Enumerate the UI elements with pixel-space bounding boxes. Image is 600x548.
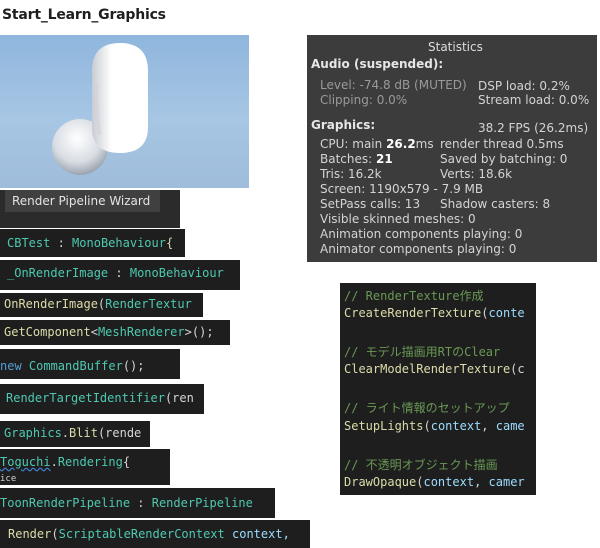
code-line: ClearModelRenderTexture(c: [344, 362, 525, 376]
fps-readout: 38.2 FPS (26.2ms): [478, 121, 589, 135]
audio-clipping: Clipping: 0.0%: [320, 93, 408, 107]
capsule-object: [92, 43, 148, 153]
code-fragment: ice: [0, 474, 17, 484]
render-thread: render thread 0.5ms: [440, 137, 564, 151]
verts: Verts: 18.6k: [440, 167, 513, 181]
tab-label: Render Pipeline Wizard: [12, 194, 151, 208]
code-comment: // RenderTexture作成: [344, 289, 484, 303]
audio-level: Level: -74.8 dB (MUTED): [320, 78, 467, 92]
code-comment: // 不透明オブジェクト描画: [344, 458, 498, 472]
code-snippet-commandbuffer: new CommandBuffer();: [0, 349, 180, 379]
page-title: Start_Learn_Graphics: [2, 7, 166, 23]
scene-render: [52, 43, 148, 175]
statistics-panel: Statistics Audio (suspended): Level: -74…: [307, 35, 597, 262]
cpu-main: CPU: main 26.2ms: [320, 137, 434, 151]
code-snippet-getcomponent: GetComponent<MeshRenderer>();: [0, 320, 230, 345]
code-comment: // ライト情報のセットアップ: [344, 401, 510, 415]
code-snippet-render-method: Render(ScriptableRenderContext context,: [0, 520, 310, 548]
animator-components: Animator components playing: 0: [320, 242, 517, 256]
screen-info: Screen: 1190x579 - 7.9 MB: [320, 182, 484, 196]
setpass-calls: SetPass calls: 13: [320, 197, 421, 211]
code-snippet-toonrenderpipeline: ToonRenderPipeline : RenderPipeline: [0, 488, 275, 518]
code-snippet-namespace: Toguchi.Rendering{ ice: [0, 449, 170, 485]
code-snippet-cbtest: CBTest : MonoBehaviour{: [0, 229, 185, 257]
code-snippet-graphics-blit: Graphics.Blit(rende: [0, 421, 150, 447]
saved-by-batching: Saved by batching: 0: [440, 152, 568, 166]
dsp-load: DSP load: 0.2%: [478, 79, 570, 93]
tris: Tris: 16.2k: [320, 167, 382, 181]
audio-heading: Audio (suspended):: [311, 57, 444, 71]
graphics-heading: Graphics:: [311, 118, 376, 132]
code-snippet-render-steps: // RenderTexture作成 CreateRenderTexture(c…: [340, 283, 536, 495]
code-comment: // モデル描画用RTのClear: [344, 345, 501, 359]
render-pipeline-wizard-window: Render Pipeline Wizard: [0, 190, 180, 228]
statistics-header: Statistics: [428, 40, 483, 54]
batches: Batches: 21: [320, 152, 393, 166]
code-snippet-onrenderimage-method: OnRenderImage(RenderTextur: [0, 293, 203, 317]
code-line: CreateRenderTexture(conte: [344, 306, 525, 320]
animation-components: Animation components playing: 0: [320, 227, 523, 241]
code-snippet-onrenderimage-class: _OnRenderImage : MonoBehaviour: [0, 260, 240, 290]
code-line: DrawOpaque(context, camer: [344, 475, 525, 489]
stream-load: Stream load: 0.0%: [478, 93, 590, 107]
visible-skinned-meshes: Visible skinned meshes: 0: [320, 212, 476, 226]
code-snippet-rendertargetidentifier: RenderTargetIdentifier(ren: [0, 384, 204, 414]
title-bar: Start_Learn_Graphics: [0, 0, 166, 34]
shadow-casters: Shadow casters: 8: [440, 197, 551, 211]
code-line: SetupLights(context, came: [344, 419, 525, 433]
scene-viewport[interactable]: [0, 35, 249, 188]
